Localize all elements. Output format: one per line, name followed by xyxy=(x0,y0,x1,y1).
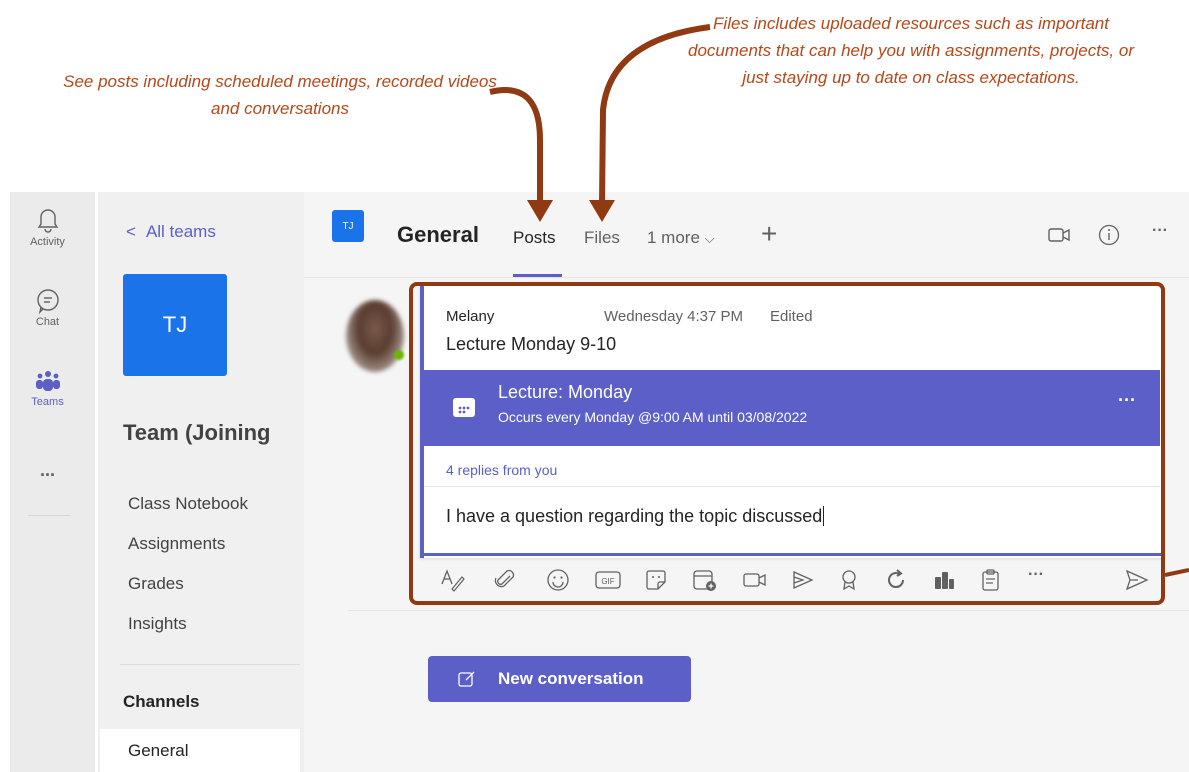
sidebar-item-assignments[interactable]: Assignments xyxy=(128,534,225,554)
info-icon[interactable] xyxy=(1098,224,1120,246)
new-conversation-label: New conversation xyxy=(498,669,644,688)
channel-title: General xyxy=(397,222,479,247)
rail-more-button[interactable]: ... xyxy=(10,460,85,481)
channel-header: TJ General Posts Files 1 more ⌵ + ··· xyxy=(304,192,1189,278)
rail-divider xyxy=(28,515,70,516)
post-author: Melany xyxy=(446,308,495,325)
team-sidebar: < All teams TJ Team (Joining Class Notebo… xyxy=(98,192,304,772)
text-cursor xyxy=(823,506,825,526)
meeting-card[interactable]: Lecture: Monday Occurs every Monday @9:0… xyxy=(424,370,1160,446)
tab-more[interactable]: 1 more ⌵ xyxy=(647,228,715,248)
all-teams-link[interactable]: < All teams xyxy=(126,222,216,242)
gif-icon[interactable]: GIF xyxy=(594,568,622,592)
post-card: Melany Wednesday 4:37 PM Edited Lecture … xyxy=(420,286,1164,558)
reply-focus-indicator xyxy=(424,553,1164,556)
sidebar-item-class-notebook[interactable]: Class Notebook xyxy=(128,494,248,514)
compose-icon xyxy=(458,671,475,687)
chevron-left-icon: < xyxy=(126,222,136,241)
reply-draft-text: I have a question regarding the topic di… xyxy=(446,506,823,526)
tab-files[interactable]: Files xyxy=(584,228,620,248)
post-message: Lecture Monday 9-10 xyxy=(446,334,617,354)
channel-main: TJ General Posts Files 1 more ⌵ + ··· Me… xyxy=(304,192,1189,772)
calendar-icon xyxy=(453,398,475,417)
team-avatar: TJ xyxy=(123,274,227,376)
more-icon[interactable]: ··· xyxy=(1028,566,1044,584)
send-icon[interactable] xyxy=(1124,568,1150,592)
team-name: Team (Joining xyxy=(123,420,271,445)
files-annotation: Files includes uploaded resources such a… xyxy=(687,14,1134,87)
chevron-down-icon: ⌵ xyxy=(704,231,715,246)
meeting-recurrence: Occurs every Monday @9:00 AM until 03/08… xyxy=(498,409,808,425)
chat-icon xyxy=(36,289,59,314)
rail-item-activity[interactable]: Activity xyxy=(10,206,85,248)
post-timestamp: Wednesday 4:37 PM xyxy=(604,308,743,325)
thread-divider xyxy=(348,610,1189,611)
app-icon[interactable] xyxy=(932,568,956,592)
add-tab-button[interactable]: + xyxy=(761,218,777,250)
meeting-more-button[interactable]: ··· xyxy=(1118,390,1136,411)
rail-label-teams: Teams xyxy=(31,396,64,408)
channel-label: General xyxy=(128,741,189,760)
rail-label-chat: Chat xyxy=(35,316,60,328)
sidebar-item-insights[interactable]: Insights xyxy=(128,614,187,634)
all-teams-label: All teams xyxy=(145,222,216,241)
rail-item-teams[interactable]: Teams xyxy=(10,370,85,408)
format-icon[interactable] xyxy=(440,568,466,592)
channel-item-general[interactable]: General xyxy=(100,729,300,772)
gif-label: GIF xyxy=(601,577,614,586)
reply-input[interactable]: I have a question regarding the topic di… xyxy=(446,506,825,527)
app-rail: Activity Chat Teams ... xyxy=(10,192,95,772)
video-icon[interactable] xyxy=(742,568,768,592)
bell-icon xyxy=(37,209,58,233)
loop-icon[interactable] xyxy=(884,568,908,592)
teams-icon xyxy=(35,371,60,391)
rail-item-chat[interactable]: Chat xyxy=(10,288,85,328)
presence-indicator xyxy=(394,350,404,360)
replies-link[interactable]: 4 replies from you xyxy=(446,462,557,478)
tab-more-label: 1 more xyxy=(647,228,700,247)
new-conversation-button[interactable]: New conversation xyxy=(428,656,691,702)
posts-annotation: See posts including scheduled meetings, … xyxy=(63,72,497,118)
reply-divider xyxy=(424,486,1160,487)
sticker-icon[interactable] xyxy=(644,568,668,592)
avatar xyxy=(346,300,404,372)
emoji-icon[interactable] xyxy=(546,568,570,592)
stream-icon[interactable] xyxy=(790,568,816,592)
active-tab-indicator xyxy=(513,274,562,277)
edited-label: Edited xyxy=(770,308,813,325)
attach-icon[interactable] xyxy=(494,568,516,592)
clipboard-icon[interactable] xyxy=(980,568,1002,592)
tab-posts[interactable]: Posts xyxy=(513,228,556,248)
channel-team-avatar: TJ xyxy=(332,210,364,242)
sidebar-item-grades[interactable]: Grades xyxy=(128,574,184,594)
schedule-meeting-icon[interactable] xyxy=(692,568,718,592)
compose-toolbar: GIF ··· xyxy=(424,562,1164,598)
praise-icon[interactable] xyxy=(838,568,860,592)
more-options-button[interactable]: ··· xyxy=(1152,222,1168,240)
sidebar-divider xyxy=(120,664,300,665)
meeting-title: Lecture: Monday xyxy=(498,382,633,402)
channels-heading: Channels xyxy=(123,692,200,711)
video-call-icon[interactable] xyxy=(1048,226,1072,244)
rail-label-activity: Activity xyxy=(30,236,65,248)
